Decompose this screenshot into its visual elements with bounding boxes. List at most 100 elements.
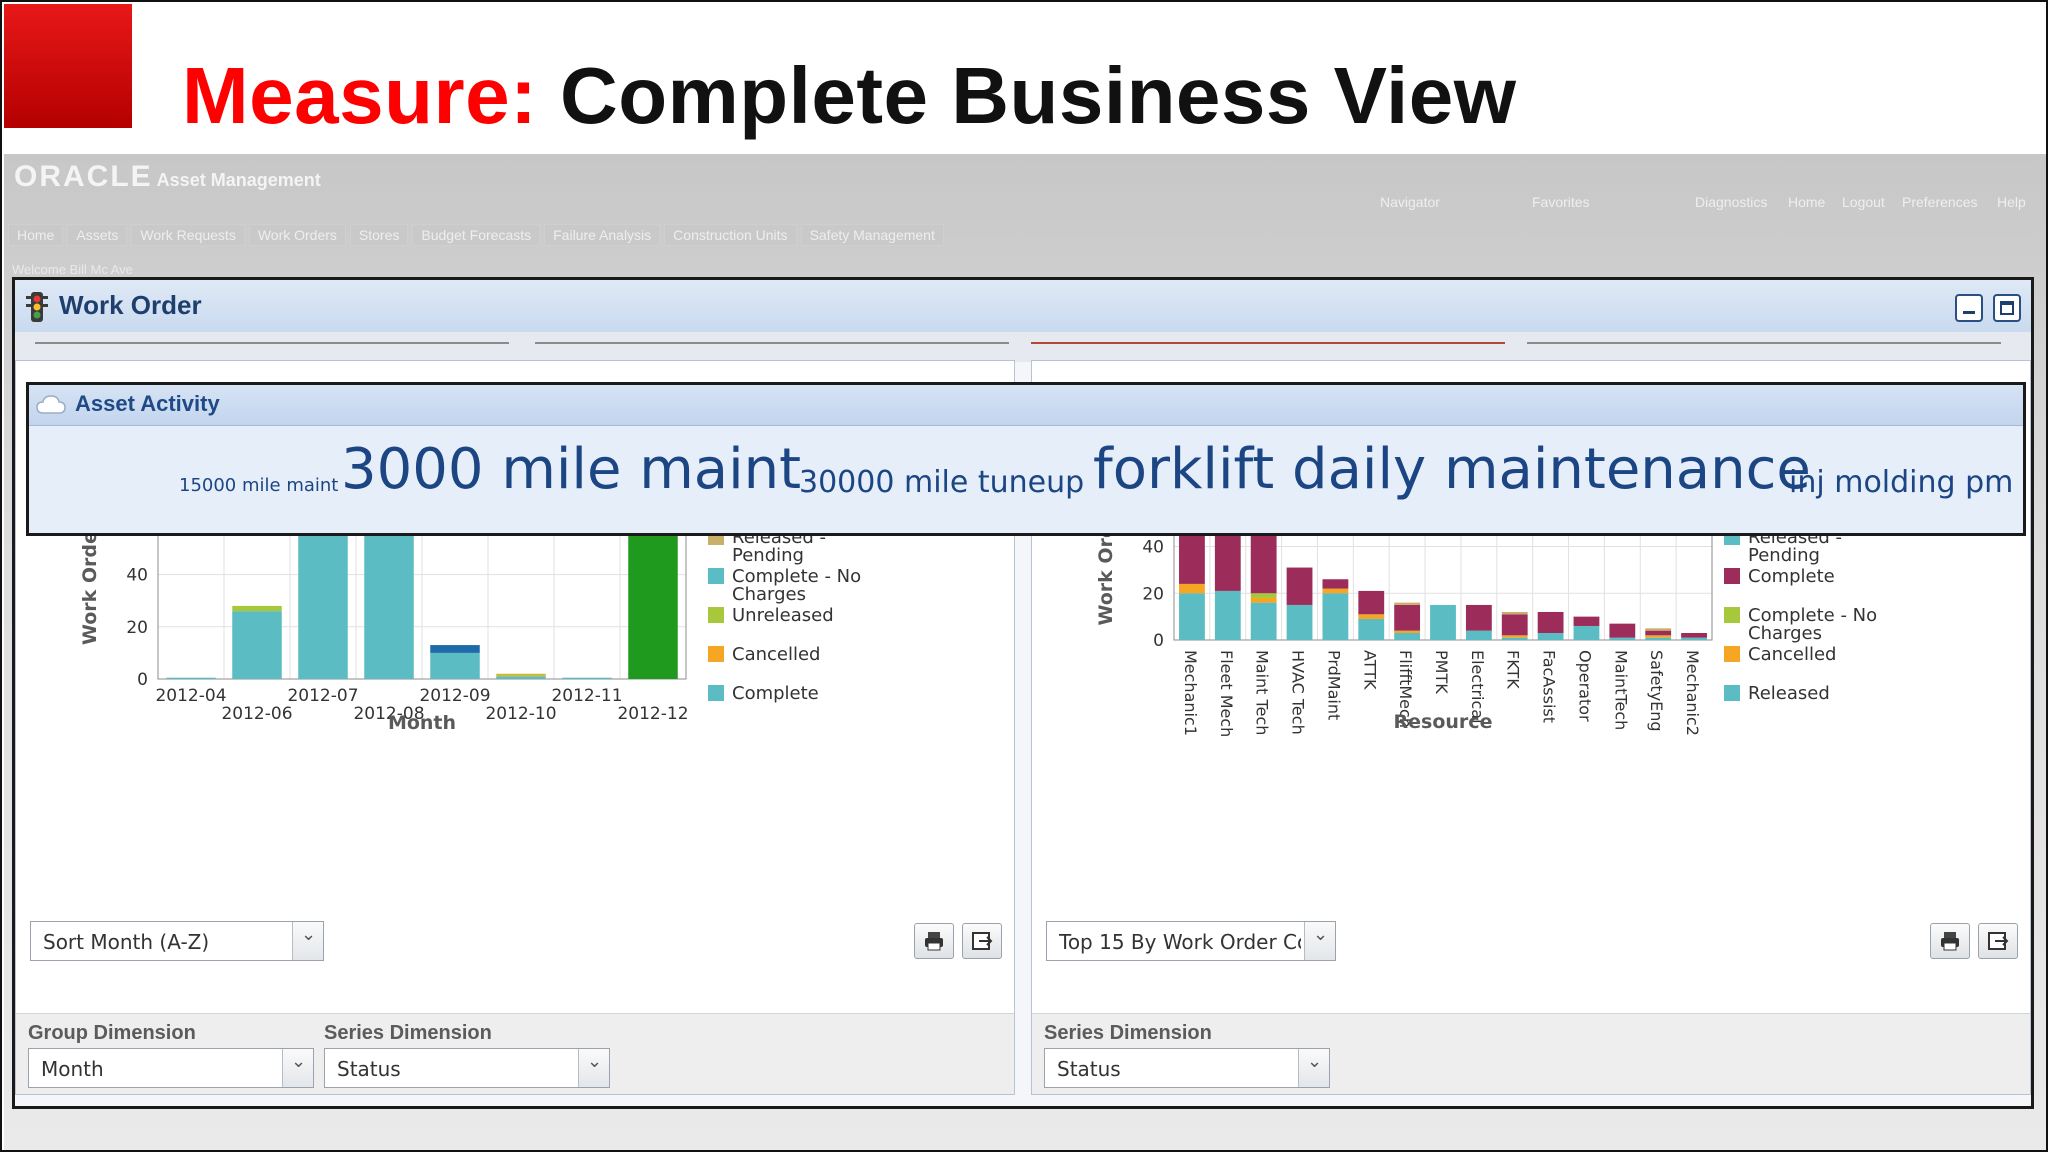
- nav-diagnostics-link[interactable]: Diagnostics: [1695, 194, 1767, 210]
- print-button[interactable]: [914, 923, 954, 959]
- oracle-logo-text: ORACLE: [14, 160, 153, 193]
- bar-flifftmech-released: [1394, 632, 1421, 640]
- tag-inj-molding-pm[interactable]: inj molding pm: [1789, 465, 2013, 500]
- bar-maint-tech-cancelled: [1250, 597, 1277, 603]
- x-tick-label: 2012-07: [287, 686, 358, 706]
- bar-attk-complete: [1358, 590, 1385, 615]
- tag-30000-mile-tuneup[interactable]: 30000 mile tuneup: [799, 465, 1084, 500]
- slide-title-main: Complete Business View: [559, 51, 1517, 140]
- bar-2012-10-complete: [496, 676, 546, 679]
- bar-electrical-released: [1465, 630, 1492, 640]
- bar-mechanic2-released: [1681, 637, 1707, 640]
- chevron-down-icon[interactable]: [292, 922, 323, 960]
- export-button[interactable]: [962, 923, 1002, 959]
- x-tick-label: Fleet Mech: [1217, 650, 1236, 737]
- sub-tab-3[interactable]: [1031, 342, 1505, 350]
- nav-logout-link[interactable]: Logout: [1842, 194, 1885, 210]
- top-15-value: Top 15 By Work Order Cou: [1059, 930, 1301, 954]
- sort-month-select[interactable]: Sort Month (A-Z): [30, 921, 324, 961]
- resource-panel-footer: Series Dimension Status: [1032, 1013, 2030, 1094]
- chevron-down-icon[interactable]: [578, 1049, 609, 1087]
- x-tick-label: PMTK: [1432, 650, 1451, 694]
- series-dimension-value: Status: [337, 1057, 401, 1081]
- tag-15000-mile-maint[interactable]: 15000 mile maint: [179, 475, 338, 496]
- nav-favorites-link[interactable]: Favorites: [1532, 194, 1590, 210]
- bar-flifftmech-cancelled: [1394, 630, 1421, 633]
- chevron-down-icon[interactable]: [1304, 922, 1335, 960]
- minimize-button[interactable]: [1955, 294, 1983, 322]
- tab-work-orders[interactable]: Work Orders: [248, 224, 346, 246]
- tab-failure-analysis[interactable]: Failure Analysis: [544, 224, 661, 246]
- nav-preferences-link[interactable]: Preferences: [1902, 194, 1977, 210]
- print-icon: [1941, 932, 1959, 951]
- bar-mechanic2-complete: [1681, 632, 1707, 638]
- group-dimension-value: Month: [41, 1057, 104, 1081]
- y-tick-label: 40: [1142, 538, 1164, 558]
- y-tick-label: 0: [1153, 631, 1164, 651]
- chevron-down-icon[interactable]: [282, 1049, 313, 1087]
- sub-tab-2[interactable]: [535, 342, 1009, 350]
- oracle-welcome-text: Welcome Bill Mc Ave: [12, 262, 133, 277]
- slide-title: Measure: Complete Business View: [182, 50, 1517, 142]
- bar-mainttech-complete: [1609, 623, 1636, 638]
- bar-2012-06-unreleased: [232, 605, 282, 612]
- chevron-down-icon[interactable]: [1298, 1049, 1329, 1087]
- bar-flifftmech-released-pending: [1394, 602, 1421, 605]
- y-tick-label: 20: [126, 618, 148, 638]
- x-tick-label: FKTK: [1504, 650, 1523, 689]
- legend-label-complete: Complete: [732, 683, 819, 704]
- maximize-button[interactable]: [1993, 294, 2021, 322]
- tab-budget-forecasts[interactable]: Budget Forecasts: [412, 224, 541, 246]
- bar-operator-released: [1573, 625, 1600, 640]
- x-tick-label: HVAC Tech: [1289, 650, 1308, 735]
- series-dimension-select[interactable]: Status: [1044, 1048, 1330, 1088]
- tab-home[interactable]: Home: [8, 224, 64, 246]
- slide-title-accent: Measure:: [182, 51, 538, 140]
- nav-navigator-link[interactable]: Navigator: [1380, 194, 1440, 210]
- x-tick-label: FacAssist: [1540, 650, 1559, 723]
- sort-month-value: Sort Month (A-Z): [43, 930, 210, 954]
- tag-3000-mile-maint[interactable]: 3000 mile maint: [341, 437, 801, 502]
- top-15-select[interactable]: Top 15 By Work Order Cou: [1046, 921, 1336, 961]
- sub-tab-1[interactable]: [35, 342, 509, 350]
- cloud-icon: [36, 395, 66, 414]
- x-tick-label: Mechanic1: [1181, 650, 1200, 736]
- x-tick-label: 2012-04: [155, 686, 226, 706]
- x-axis-title: Month: [388, 712, 456, 734]
- slide-frame: Measure: Complete Business View ORACLE As…: [0, 0, 2048, 1152]
- legend-swatch-cancelled: [1724, 646, 1740, 662]
- bar-2012-09-complete: [430, 652, 480, 679]
- legend-swatch-unreleased: [708, 607, 724, 623]
- bar-facassist-released: [1537, 632, 1564, 640]
- bar-2012-10-unreleased: [496, 673, 546, 676]
- print-button[interactable]: [1930, 923, 1970, 959]
- tab-stores[interactable]: Stores: [349, 224, 409, 246]
- slide-accent-block: [4, 4, 132, 128]
- legend-label-complete-no-charges: Charges: [732, 584, 806, 605]
- tag-forklift-daily-maintenance[interactable]: forklift daily maintenance: [1093, 437, 1811, 502]
- bar-prdmaint-released: [1322, 593, 1349, 640]
- nav-home-link[interactable]: Home: [1788, 194, 1825, 210]
- bar-2012-09-draft: [430, 645, 480, 653]
- nav-help-link[interactable]: Help: [1997, 194, 2026, 210]
- work-order-title: Work Order: [59, 290, 202, 320]
- sub-tab-4[interactable]: [1527, 342, 2001, 350]
- export-button[interactable]: [1978, 923, 2018, 959]
- series-dimension-select[interactable]: Status: [324, 1048, 610, 1088]
- legend-label-released-pending: Pending: [1748, 545, 1820, 566]
- bar-mechanic1-cancelled: [1179, 583, 1205, 594]
- bar-attk-cancelled: [1358, 614, 1385, 619]
- group-dimension-select[interactable]: Month: [28, 1048, 314, 1088]
- bar-fleet-mech-released: [1214, 590, 1241, 640]
- tab-construction-units[interactable]: Construction Units: [664, 224, 797, 246]
- tab-assets[interactable]: Assets: [67, 224, 128, 246]
- x-tick-label: SafetyEng: [1647, 650, 1666, 732]
- legend-label-released-pending: Pending: [732, 545, 804, 566]
- bar-maint-tech-released: [1250, 602, 1277, 640]
- tab-safety-management[interactable]: Safety Management: [800, 224, 944, 246]
- x-tick-label: 2012-09: [419, 686, 490, 706]
- tab-work-requests[interactable]: Work Requests: [131, 224, 245, 246]
- y-tick-label: 0: [137, 670, 148, 690]
- bar-mechanic1-released: [1179, 593, 1205, 640]
- bar-prdmaint-cancelled: [1322, 588, 1349, 594]
